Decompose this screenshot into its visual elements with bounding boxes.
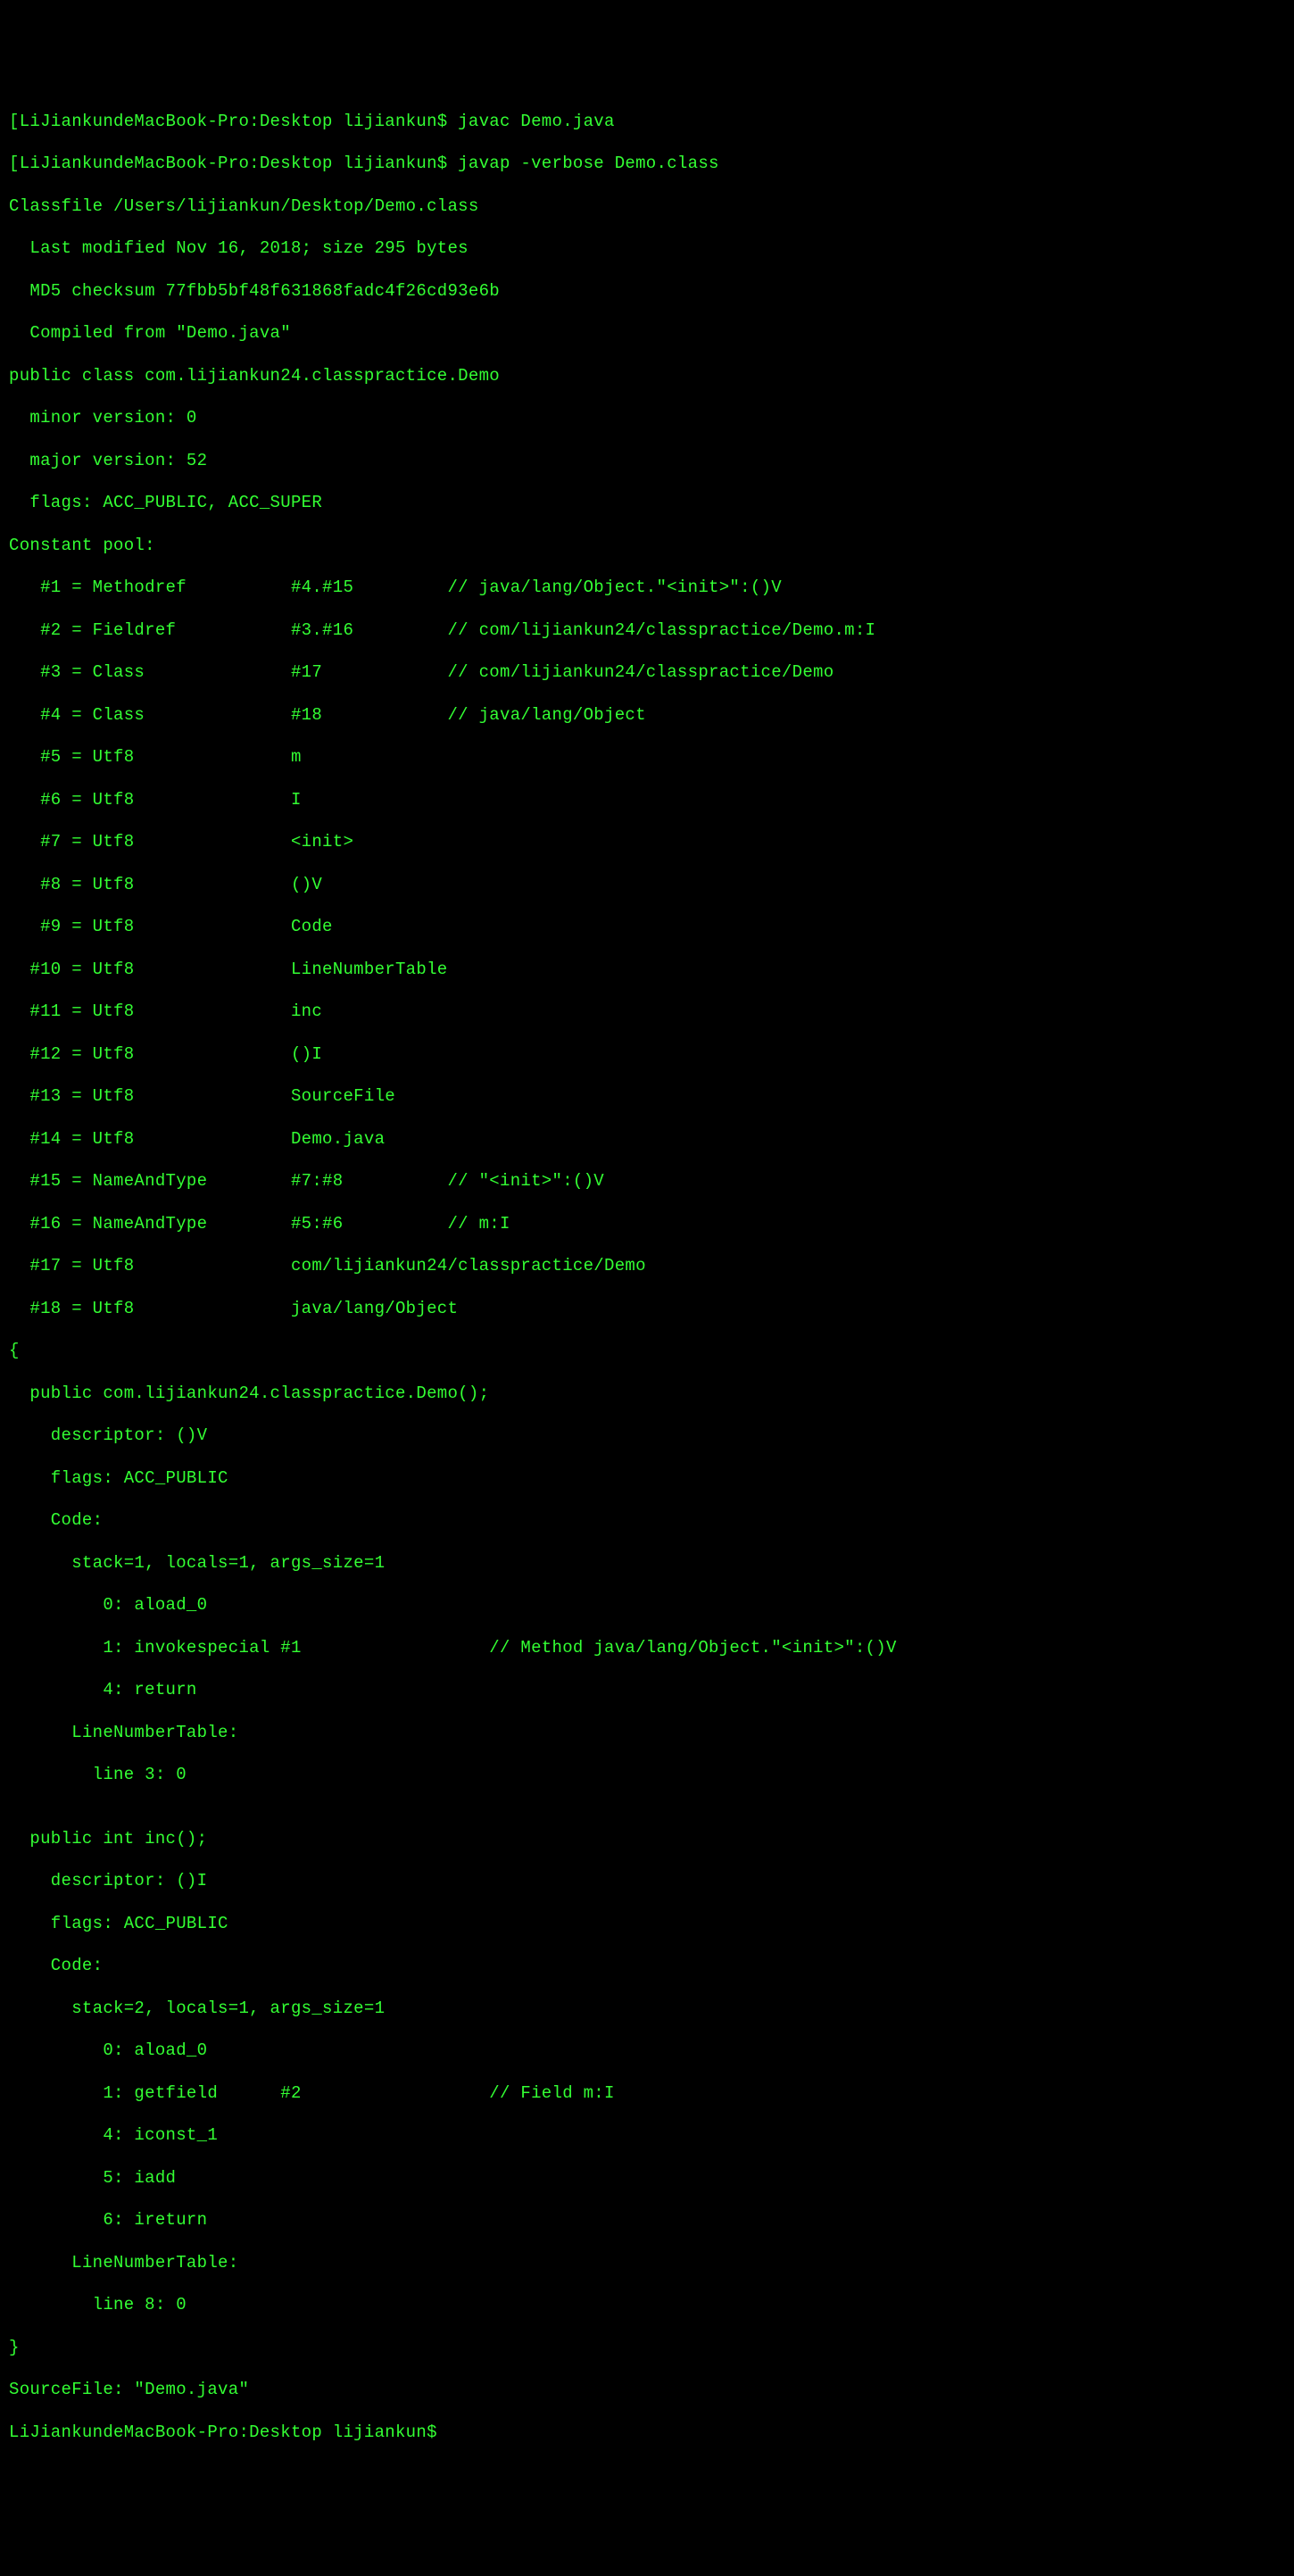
method-flags: flags: ACC_PUBLIC [9,1914,1294,1935]
constant-pool-entry: #12 = Utf8 ()I [9,1044,1294,1066]
brace-open: { [9,1341,1294,1362]
output-line: Last modified Nov 16, 2018; size 295 byt… [9,238,1294,260]
constant-pool-entry: #18 = Utf8 java/lang/Object [9,1299,1294,1320]
constant-pool-entry: #7 = Utf8 <init> [9,832,1294,853]
method-signature: public com.lijiankun24.classpractice.Dem… [9,1384,1294,1405]
bytecode-instruction: 0: aload_0 [9,2040,1294,2062]
code-header: Code: [9,1956,1294,1977]
terminal-window[interactable]: [LiJiankundeMacBook-Pro:Desktop lijianku… [9,90,1294,2464]
method-descriptor: descriptor: ()V [9,1425,1294,1447]
constant-pool-entry: #16 = NameAndType #5:#6 // m:I [9,1214,1294,1235]
bytecode-instruction: 0: aload_0 [9,1595,1294,1616]
constant-pool-entry: #3 = Class #17 // com/lijiankun24/classp… [9,662,1294,684]
constant-pool-entry: #5 = Utf8 m [9,747,1294,769]
output-line: public class com.lijiankun24.classpracti… [9,366,1294,387]
output-line: minor version: 0 [9,408,1294,429]
constant-pool-entry: #1 = Methodref #4.#15 // java/lang/Objec… [9,578,1294,599]
constant-pool-entry: #17 = Utf8 com/lijiankun24/classpractice… [9,1256,1294,1277]
linenumbertable-header: LineNumberTable: [9,1723,1294,1744]
linenumbertable-header: LineNumberTable: [9,2253,1294,2274]
brace-close: } [9,2338,1294,2359]
output-line: major version: 52 [9,451,1294,472]
constant-pool-entry: #14 = Utf8 Demo.java [9,1129,1294,1151]
constant-pool-entry: #10 = Utf8 LineNumberTable [9,960,1294,981]
output-line: flags: ACC_PUBLIC, ACC_SUPER [9,493,1294,514]
output-line: Classfile /Users/lijiankun/Desktop/Demo.… [9,196,1294,218]
constant-pool-entry: #11 = Utf8 inc [9,1001,1294,1023]
method-signature: public int inc(); [9,1829,1294,1850]
constant-pool-header: Constant pool: [9,536,1294,557]
linenumbertable-entry: line 3: 0 [9,1765,1294,1786]
linenumbertable-entry: line 8: 0 [9,2295,1294,2316]
method-descriptor: descriptor: ()I [9,1871,1294,1892]
code-header: Code: [9,1510,1294,1532]
bytecode-instruction: 1: invokespecial #1 // Method java/lang/… [9,1638,1294,1659]
code-meta: stack=2, locals=1, args_size=1 [9,1998,1294,2020]
prompt-line: [LiJiankundeMacBook-Pro:Desktop lijianku… [9,154,1294,175]
bytecode-instruction: 1: getfield #2 // Field m:I [9,2083,1294,2105]
bytecode-instruction: 4: iconst_1 [9,2125,1294,2147]
constant-pool-entry: #4 = Class #18 // java/lang/Object [9,705,1294,727]
prompt-line[interactable]: LiJiankundeMacBook-Pro:Desktop lijiankun… [9,2422,1294,2444]
constant-pool-entry: #9 = Utf8 Code [9,917,1294,938]
constant-pool-entry: #15 = NameAndType #7:#8 // "<init>":()V [9,1171,1294,1192]
output-line: Compiled from "Demo.java" [9,323,1294,345]
sourcefile-attr: SourceFile: "Demo.java" [9,2380,1294,2401]
code-meta: stack=1, locals=1, args_size=1 [9,1553,1294,1575]
method-flags: flags: ACC_PUBLIC [9,1468,1294,1490]
constant-pool-entry: #8 = Utf8 ()V [9,875,1294,896]
constant-pool-entry: #2 = Fieldref #3.#16 // com/lijiankun24/… [9,620,1294,642]
constant-pool-entry: #13 = Utf8 SourceFile [9,1086,1294,1108]
prompt-line: [LiJiankundeMacBook-Pro:Desktop lijianku… [9,112,1294,133]
bytecode-instruction: 6: ireturn [9,2210,1294,2231]
constant-pool-entry: #6 = Utf8 I [9,790,1294,811]
bytecode-instruction: 5: iadd [9,2168,1294,2190]
output-line: MD5 checksum 77fbb5bf48f631868fadc4f26cd… [9,281,1294,303]
bytecode-instruction: 4: return [9,1680,1294,1701]
